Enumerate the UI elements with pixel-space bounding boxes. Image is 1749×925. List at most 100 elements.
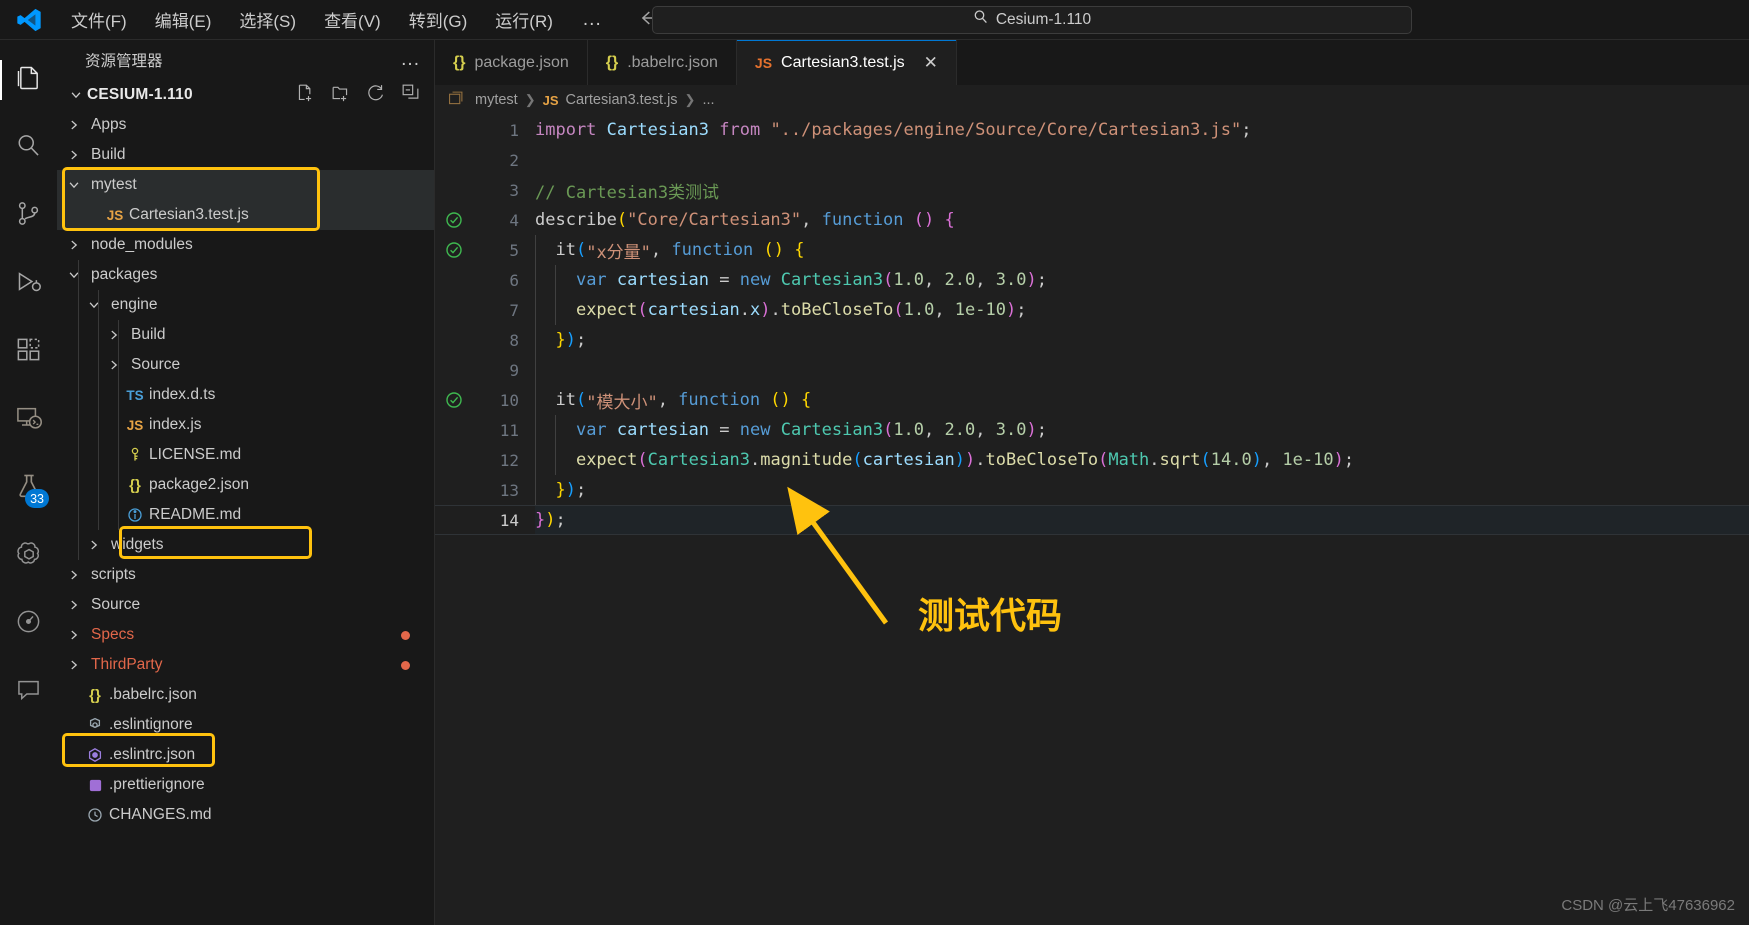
line-number-text: 1 [509,120,519,140]
code-token: function [821,210,914,230]
tree-file-license.md[interactable]: LICENSE.md [57,440,434,470]
json-icon: {} [605,53,619,71]
breadcrumb-item-folder[interactable]: mytest [475,92,518,108]
editor-text[interactable]: import Cartesian3 from "../packages/engi… [535,115,1749,925]
tree-folder-engine[interactable]: engine [57,290,434,320]
tree-folder-build[interactable]: Build [57,320,434,350]
chevron-right-icon [65,118,83,132]
menu-select[interactable]: 选择(S) [225,3,310,36]
editor-tab-.babelrc.json[interactable]: {} .babelrc.json [587,40,737,85]
code-token: ( [1098,450,1109,470]
code-token: . [975,450,986,470]
collapse-all-icon[interactable] [401,83,420,107]
close-icon[interactable]: ✕ [924,53,938,73]
tree-indent-guide [78,260,79,560]
tree-folder-thirdparty[interactable]: ThirdParty [57,650,434,680]
tree-folder-specs[interactable]: Specs [57,620,434,650]
code-line[interactable]: }); [535,475,1749,505]
code-token: { [801,390,812,410]
search-input[interactable]: Cesium-1.110 [652,5,1412,34]
editor-tab-label: package.json [474,53,569,71]
menu-overflow-button[interactable]: ... [567,7,618,33]
test-passed-icon[interactable] [445,391,463,409]
sidebar-more-actions-button[interactable]: ... [401,49,420,71]
activitybar-item-comments[interactable] [0,658,57,726]
new-file-icon[interactable] [296,83,315,107]
code-indent-guide [555,445,557,475]
activitybar-item-openai-chat[interactable] [0,522,57,590]
code-line[interactable] [535,145,1749,175]
code-token: expect [575,450,638,470]
tree-file-.babelrc.json[interactable]: {} .babelrc.json [57,680,434,710]
code-line[interactable]: expect(cartesian. x). toBeCloseTo(1.0, 1e-… [535,295,1749,325]
code-token: "模大小" [586,392,658,413]
editor-tab-cartesian3.test.js[interactable]: JS Cartesian3.test.js ✕ [736,40,957,85]
new-folder-icon[interactable] [331,83,350,107]
menu-view[interactable]: 查看(V) [310,3,395,36]
code-line[interactable]: import Cartesian3 from "../packages/engi… [535,115,1749,145]
search-icon [15,132,42,164]
code-line[interactable]: var cartesian = new Cartesian3(1.0, 2.0,… [535,415,1749,445]
testing-badge-count: 33 [25,489,49,508]
code-line[interactable]: it("模大小", function () { [535,385,1749,415]
tree-file-.eslintignore[interactable]: .eslintignore [57,710,434,740]
code-token: 3.0 [995,270,1027,290]
tree-file-changes.md[interactable]: CHANGES.md [57,800,434,830]
code-token: "../packages/engine/Source/Core/Cartesia… [770,120,1242,140]
tree-file-.eslintrc.json[interactable]: .eslintrc.json [57,740,434,770]
chevron-right-icon: ❯ [684,92,696,107]
tree-file-index.js[interactable]: JS index.js [57,410,434,440]
tree-folder-source[interactable]: Source [57,350,434,380]
tree-file-cartesian3.test.js[interactable]: JS Cartesian3.test.js [57,200,434,230]
menu-file[interactable]: 文件(F) [57,3,141,36]
code-line[interactable]: describe("Core/Cartesian3", function () … [535,205,1749,235]
code-token: ; [1241,120,1252,140]
activitybar-item-source-control[interactable] [0,182,57,250]
code-line[interactable]: // Cartesian3类测试 [535,175,1749,205]
tree-file-readme.md[interactable]: README.md [57,500,434,530]
activitybar-item-extensions[interactable] [0,318,57,386]
activitybar-item-copilot[interactable] [0,590,57,658]
menu-edit[interactable]: 编辑(E) [141,3,226,36]
activitybar-item-run-and-debug[interactable] [0,250,57,318]
code-line[interactable]: expect(Cartesian3. magnitude(cartesian)).… [535,445,1749,475]
code-token: 2.0 [944,420,976,440]
typescript-icon: TS [126,387,144,403]
tree-folder-mytest[interactable]: mytest [57,170,434,200]
tree-root-folder[interactable]: CESIUM-1.110 [57,80,434,110]
tree-folder-apps[interactable]: Apps [57,110,434,140]
split-editor-icon[interactable] [447,90,464,111]
activitybar-item-remote-explorer[interactable] [0,386,57,454]
title-bar: 文件(F) 编辑(E) 选择(S) 查看(V) 转到(G) 运行(R) ... … [0,0,1749,40]
editor-tab-package.json[interactable]: {} package.json [435,40,588,85]
menu-goto[interactable]: 转到(G) [395,3,482,36]
tree-folder-packages[interactable]: packages [57,260,434,290]
code-line[interactable]: var cartesian = new Cartesian3(1.0, 2.0,… [535,265,1749,295]
breadcrumb-item-file[interactable]: Cartesian3.test.js [566,92,678,108]
code-line[interactable] [535,355,1749,385]
tree-item-label: mytest [91,176,137,193]
tree-item-label: widgets [111,536,164,553]
activitybar-item-testing[interactable]: 33 [0,454,57,522]
menu-run[interactable]: 运行(R) [481,3,567,36]
code-editor[interactable]: 1 2 3 4 5 6 7 8 9 10 11 12 13 14 import Cartesian3 fr… [435,115,1749,925]
activitybar-item-search[interactable] [0,114,57,182]
tree-folder-widgets[interactable]: widgets [57,530,434,560]
refresh-icon[interactable] [366,83,385,107]
activitybar-item-explorer[interactable] [0,46,57,114]
tree-folder-source[interactable]: Source [57,590,434,620]
code-line[interactable]: }); [535,505,1749,535]
test-passed-icon[interactable] [445,241,463,259]
tree-folder-scripts[interactable]: scripts [57,560,434,590]
tree-file-package2.json[interactable]: {} package2.json [57,470,434,500]
code-line[interactable]: }); [535,325,1749,355]
tree-folder-build[interactable]: Build [57,140,434,170]
test-passed-icon[interactable] [445,211,463,229]
tree-file-.prettierignore[interactable]: .prettierignore [57,770,434,800]
breadcrumb-item-symbol[interactable]: ... [702,92,714,108]
code-line[interactable]: it("x分量", function () { [535,235,1749,265]
code-token: Cartesian3 [606,120,710,140]
code-indent-guide [535,325,536,355]
tree-file-index.d.ts[interactable]: TS index.d.ts [57,380,434,410]
tree-folder-node-modules[interactable]: node_modules [57,230,434,260]
